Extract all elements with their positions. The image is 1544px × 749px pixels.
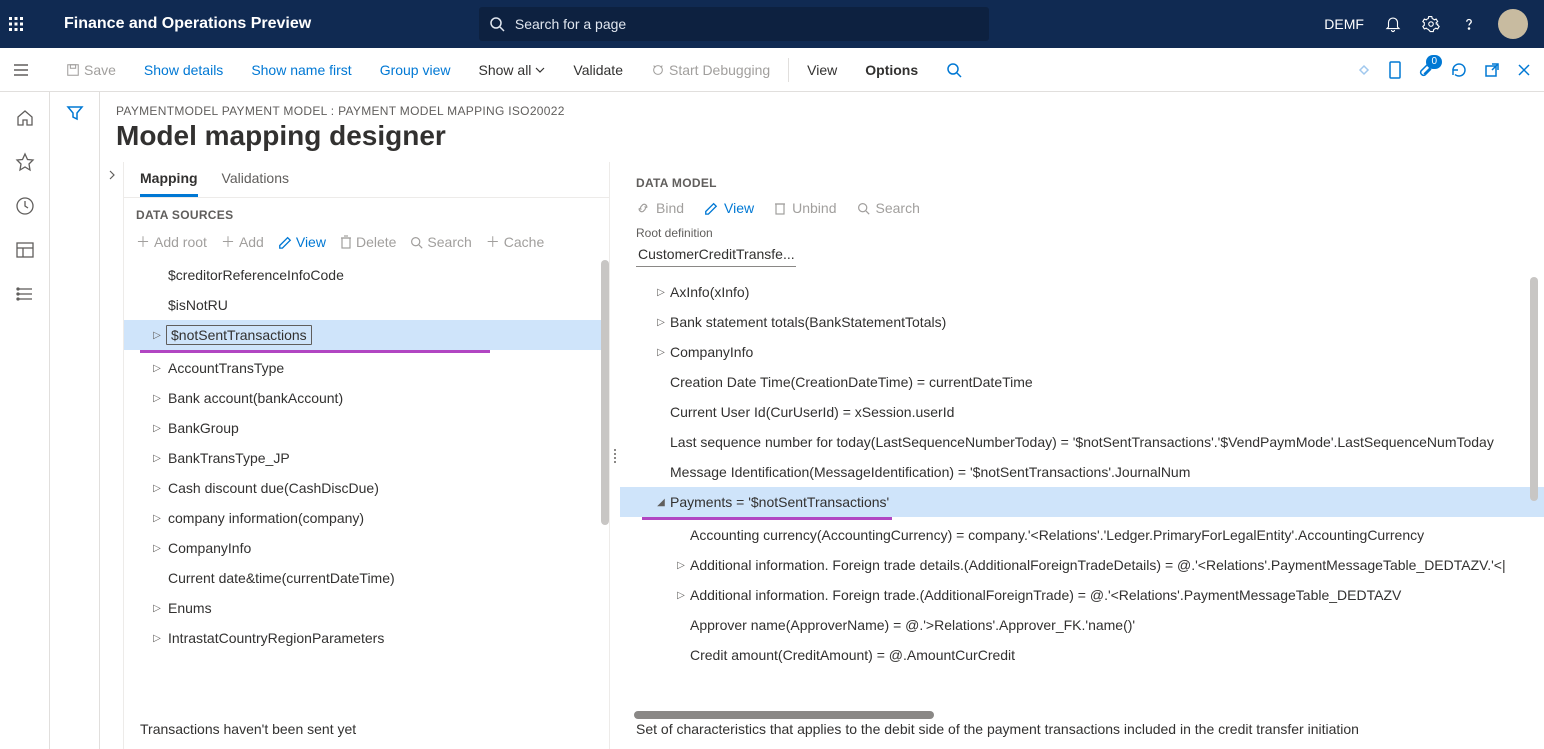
nav-toggle-icon[interactable] — [12, 61, 52, 79]
dm-view-button[interactable]: View — [704, 200, 754, 216]
dm-tree-item[interactable]: ▷Additional information. Foreign trade.(… — [620, 580, 1544, 610]
horizontal-scrollbar[interactable] — [634, 711, 934, 719]
dm-tree-item[interactable]: Message Identification(MessageIdentifica… — [620, 457, 1544, 487]
show-details-button[interactable]: Show details — [130, 62, 237, 78]
chevron-right-icon[interactable] — [107, 170, 117, 749]
page-title: Model mapping designer — [100, 118, 1544, 162]
dm-tree-item[interactable]: ▷Additional information. Foreign trade d… — [620, 550, 1544, 580]
attachments-icon[interactable]: 0 — [1418, 61, 1434, 79]
search-icon — [489, 16, 505, 32]
workspace-icon[interactable] — [15, 240, 35, 260]
ds-tree-item[interactable]: ▷AccountTransType — [124, 353, 609, 383]
ds-tree-item[interactable]: $isNotRU — [124, 290, 609, 320]
ds-tree-item[interactable]: ▷Bank account(bankAccount) — [124, 383, 609, 413]
cache-button[interactable]: ＋ Cache — [486, 232, 544, 252]
dm-tree-item[interactable]: Accounting currency(AccountingCurrency) … — [620, 520, 1544, 550]
dm-tree-item[interactable]: Credit amount(CreditAmount) = @.AmountCu… — [620, 640, 1544, 670]
gear-icon[interactable] — [1422, 15, 1440, 33]
attachments-count: 0 — [1426, 55, 1442, 69]
dm-search-button[interactable]: Search — [857, 200, 920, 216]
dm-tree-item[interactable]: Approver name(ApproverName) = @.'>Relati… — [620, 610, 1544, 640]
close-icon[interactable] — [1516, 62, 1532, 78]
ds-search-button[interactable]: Search — [410, 234, 471, 250]
group-view-button[interactable]: Group view — [366, 62, 465, 78]
root-definition-value[interactable]: CustomerCreditTransfe... — [636, 242, 796, 267]
ds-tree-item[interactable]: ▷$notSentTransactions — [124, 320, 609, 350]
bell-icon[interactable] — [1384, 15, 1402, 33]
ds-tree-item[interactable]: ▷Cash discount due(CashDiscDue) — [124, 473, 609, 503]
dm-tree-item[interactable]: Creation Date Time(CreationDateTime) = c… — [620, 367, 1544, 397]
home-icon[interactable] — [15, 108, 35, 128]
bind-button[interactable]: Bind — [636, 200, 684, 216]
ds-tree-item[interactable]: ▷CompanyInfo — [124, 533, 609, 563]
data-sources-label: DATA SOURCES — [124, 198, 609, 228]
global-search-input[interactable] — [479, 7, 989, 41]
ds-tree-item[interactable]: ▷Enums — [124, 593, 609, 623]
validate-button[interactable]: Validate — [559, 62, 637, 78]
company-code[interactable]: DEMF — [1324, 16, 1364, 32]
modules-icon[interactable] — [15, 284, 35, 304]
dm-tree-item[interactable]: ◢Payments = '$notSentTransactions' — [620, 487, 1544, 517]
splitter[interactable] — [610, 162, 620, 749]
dm-tree-item[interactable]: Current User Id(CurUserId) = xSession.us… — [620, 397, 1544, 427]
unbind-button[interactable]: Unbind — [774, 200, 836, 216]
view-button[interactable]: View — [793, 62, 851, 78]
scrollbar[interactable] — [601, 260, 609, 525]
tab-mapping[interactable]: Mapping — [140, 162, 198, 197]
dm-tree-item[interactable]: Last sequence number for today(LastSeque… — [620, 427, 1544, 457]
save-button[interactable]: Save — [52, 62, 130, 78]
options-button[interactable]: Options — [851, 62, 932, 78]
search-cmd-icon[interactable] — [932, 62, 976, 78]
dm-tree-item[interactable]: ▷AxInfo(xInfo) — [620, 277, 1544, 307]
ds-tree-item[interactable]: $creditorReferenceInfoCode — [124, 260, 609, 290]
ds-view-button[interactable]: View — [278, 234, 326, 250]
ds-tree-item[interactable]: ▷company information(company) — [124, 503, 609, 533]
dm-tree-item[interactable]: ▷Bank statement totals(BankStatementTota… — [620, 307, 1544, 337]
dm-tree-item[interactable]: ▷CompanyInfo — [620, 337, 1544, 367]
ds-tree-item[interactable]: Current date&time(currentDateTime) — [124, 563, 609, 593]
data-model-label: DATA MODEL — [620, 162, 1544, 196]
app-launcher-icon[interactable] — [8, 16, 56, 32]
popout-icon[interactable] — [1484, 62, 1500, 78]
user-avatar[interactable] — [1498, 9, 1528, 39]
scrollbar[interactable] — [1530, 277, 1538, 501]
delete-button[interactable]: Delete — [340, 234, 396, 250]
refresh-icon[interactable] — [1450, 61, 1468, 79]
link-icon[interactable] — [1356, 62, 1372, 78]
filter-icon[interactable] — [66, 104, 84, 749]
ds-footer-note: Transactions haven't been sent yet — [124, 701, 609, 749]
tab-validations[interactable]: Validations — [222, 162, 289, 197]
show-all-dropdown[interactable]: Show all — [465, 62, 560, 78]
start-debugging-button[interactable]: Start Debugging — [637, 62, 784, 78]
add-root-button[interactable]: ＋ Add root — [136, 232, 207, 252]
star-icon[interactable] — [15, 152, 35, 172]
show-name-first-button[interactable]: Show name first — [237, 62, 365, 78]
phone-icon[interactable] — [1388, 61, 1402, 79]
ds-tree-item[interactable]: ▷BankGroup — [124, 413, 609, 443]
ds-tree-item[interactable]: ▷IntrastatCountryRegionParameters — [124, 623, 609, 653]
clock-icon[interactable] — [15, 196, 35, 216]
app-title: Finance and Operations Preview — [64, 15, 311, 33]
add-button[interactable]: ＋ Add — [221, 232, 264, 252]
ds-tree-item[interactable]: ▷BankTransType_JP — [124, 443, 609, 473]
root-definition-label: Root definition — [620, 226, 1544, 240]
breadcrumb: PAYMENTMODEL PAYMENT MODEL : PAYMENT MOD… — [100, 92, 1544, 118]
help-icon[interactable] — [1460, 15, 1478, 33]
